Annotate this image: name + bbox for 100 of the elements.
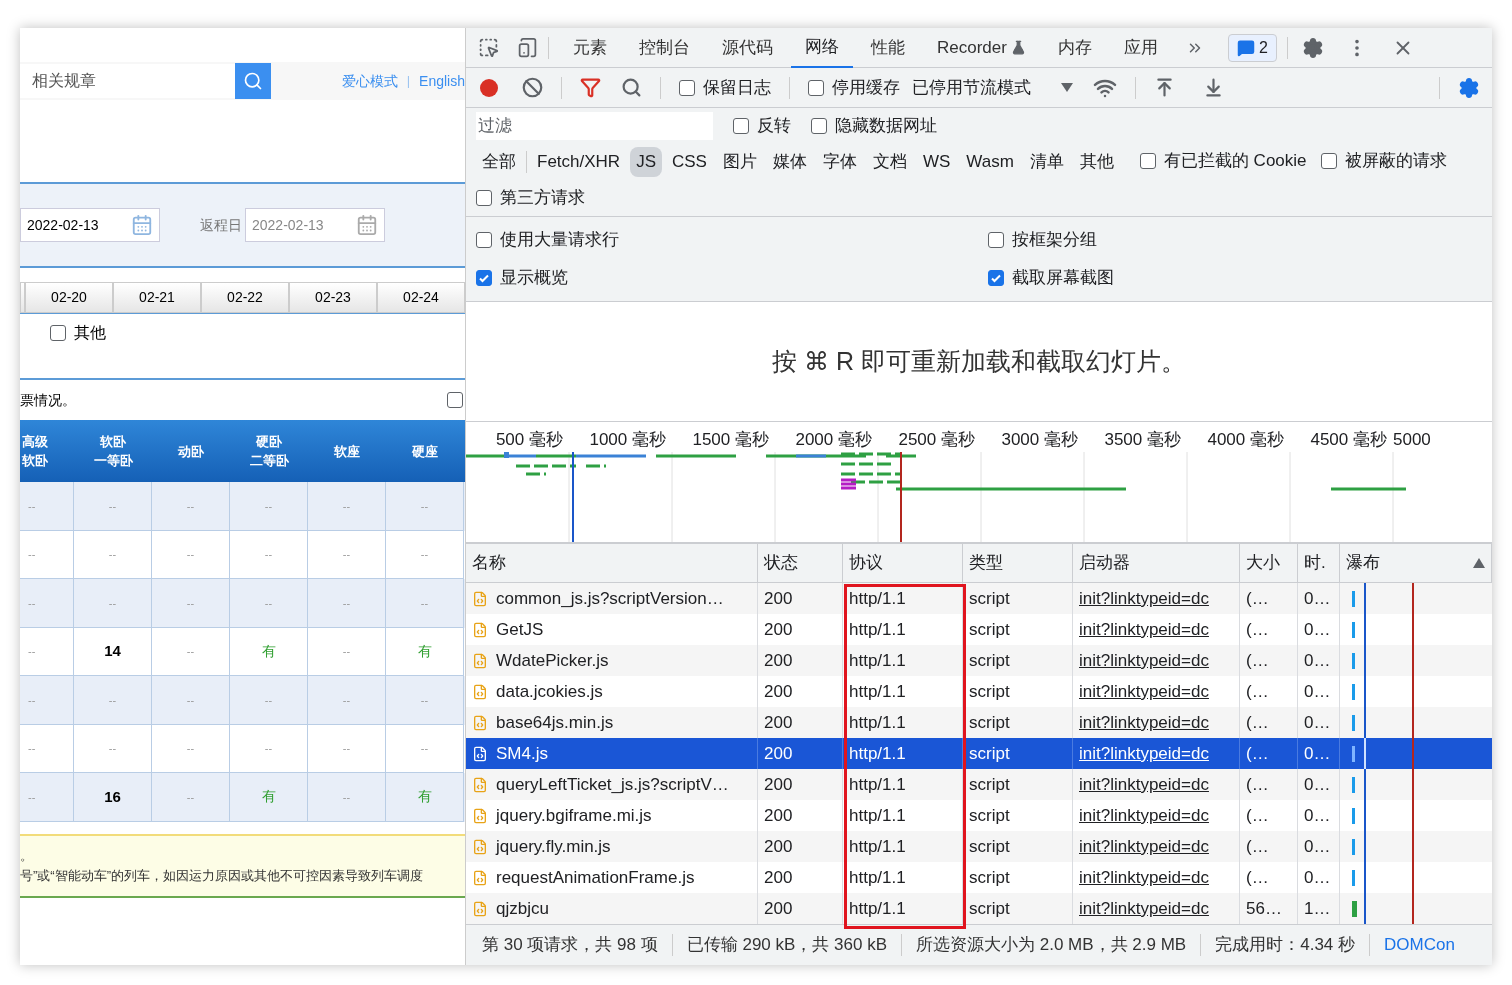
clear-icon[interactable] [522,77,543,98]
type-filter-button[interactable]: WS [916,147,957,177]
type-filter-button[interactable]: Fetch/XHR [531,147,627,177]
checkbox[interactable] [1320,152,1337,169]
date-tab[interactable]: 02-20 [25,282,113,313]
devtools-tab[interactable]: 性能 [857,28,919,68]
type-filter-button[interactable]: 图片 [716,147,763,177]
seat-cell: -- [386,482,464,531]
checkbox[interactable] [988,270,1004,286]
initiator-link[interactable]: init?linktypeid=dc [1079,771,1209,798]
type-filter-button[interactable]: 全部 [476,147,522,177]
initiator-link[interactable]: init?linktypeid=dc [1079,585,1209,612]
devtools-tab[interactable]: 应用 [1109,28,1172,68]
column-header[interactable]: 大小 [1246,550,1280,576]
request-row[interactable]: qjzbjcu 200 http/1.1 script init?linktypeid=dc 56… 1… [466,893,1492,925]
search-icon[interactable] [621,77,642,98]
devtools-tab[interactable]: 源代码 [708,28,787,68]
type-cell-text: script [969,897,1010,920]
filter-icon[interactable] [580,77,601,98]
column-header[interactable]: 名称 [472,550,506,576]
date-tab[interactable]: 02-23 [289,282,377,313]
column-header[interactable]: 启动器 [1079,550,1130,576]
checkbox[interactable] [476,232,492,248]
checkbox[interactable] [808,79,824,96]
checkbox[interactable] [476,190,492,206]
column-header[interactable]: 瀑布 [1346,550,1380,576]
initiator-link[interactable]: init?linktypeid=dc [1079,616,1209,643]
type-filter-button[interactable]: 字体 [816,147,863,177]
return-date-field[interactable]: 2022-02-13 [245,208,385,242]
record-icon[interactable] [478,76,500,99]
type-filter-button[interactable]: 媒体 [766,147,813,177]
checkbox[interactable] [733,118,749,134]
type-filter-button[interactable]: Wasm [960,147,1020,177]
status-text: 所选资源大小为 2.0 MB，共 2.9 MB [916,934,1187,957]
checkbox[interactable] [476,270,492,286]
search-field[interactable]: 相关规章 [20,64,235,98]
request-name: qjzbjcu [496,897,549,920]
seat-cell: -- [308,676,386,725]
devtools-tab[interactable]: 控制台 [625,28,704,68]
initiator-link[interactable]: init?linktypeid=dc [1079,864,1209,891]
type-cell-text: script [969,804,1010,827]
sort-ascending-icon[interactable] [1473,558,1485,568]
column-subheader: 一等卧 [93,452,133,470]
type-filter-button[interactable]: 清单 [1023,147,1070,177]
time-cell-text: 0… [1304,680,1331,703]
checkbox[interactable] [679,79,695,96]
download-icon[interactable] [1203,77,1224,98]
date-tab[interactable]: 02-21 [113,282,201,313]
request-row[interactable]: WdatePicker.js 200 http/1.1 script init?linktypeid=dc (… 0… [466,645,1492,677]
column-header[interactable]: 类型 [969,550,1003,576]
device-icon[interactable] [517,37,538,58]
devtools-tab[interactable]: 内存 [1043,28,1106,68]
settings-icon[interactable] [1301,36,1324,59]
checkbox[interactable] [1139,152,1156,169]
request-row[interactable]: jquery.fly.min.js 200 http/1.1 script init?linktypeid=dc (… 0… [466,831,1492,863]
protocol-cell-text: http/1.1 [849,742,906,765]
checkbox[interactable] [811,118,827,134]
time-cell-text: 0… [1304,587,1331,610]
checkbox[interactable] [988,232,1004,248]
devtools-tab[interactable]: Recorder [923,28,1040,68]
date-tab[interactable]: 02-24 [377,282,465,313]
search-button[interactable] [235,63,271,99]
link-separator: | [406,72,411,91]
type-filter-button[interactable]: 文档 [866,147,913,177]
column-header[interactable]: 状态 [764,550,798,576]
issues-button[interactable]: 2 [1227,33,1277,62]
initiator-link[interactable]: init?linktypeid=dc [1079,709,1209,736]
filter-field[interactable]: 过滤 [476,112,713,140]
status-cell-text: 200 [764,804,793,827]
request-row[interactable]: base64js.min.js 200 http/1.1 script init?linktypeid=dc (… 0… [466,707,1492,739]
column-header[interactable]: 协议 [849,550,883,576]
request-name: jquery.bgiframe.mi.js [496,804,652,827]
checkbox[interactable] [447,392,463,408]
type-filter-button[interactable]: CSS [666,147,713,177]
inspect-icon[interactable] [478,37,499,58]
initiator-link[interactable]: init?linktypeid=dc [1079,802,1209,829]
size-cell-text: (… [1246,711,1269,734]
depart-date-field[interactable]: 2022-02-13 [20,208,160,242]
type-filter-button[interactable]: JS [630,147,662,177]
status-cell-text: 200 [764,773,793,796]
throttling-dropdown[interactable]: 已停用节流模式 [912,74,1073,101]
seat-cell: -- [386,676,464,725]
upload-icon[interactable] [1154,77,1175,98]
initiator-link[interactable]: init?linktypeid=dc [1079,740,1209,767]
initiator-link[interactable]: init?linktypeid=dc [1079,678,1209,705]
initiator-link[interactable]: init?linktypeid=dc [1079,833,1209,860]
date-tab[interactable]: 02-22 [201,282,289,313]
script-file-icon [472,683,488,700]
request-row[interactable]: common_js.js?scriptVersion… 200 http/1.1 script init?linktypeid=dc (… 0… [466,583,1492,615]
request-row[interactable]: queryLeftTicket_js.js?scriptV… 200 http/1.1 script init?linktypeid=dc (… 0… [466,769,1492,801]
type-filter-button[interactable]: 其他 [1073,147,1120,177]
request-row[interactable]: SM4.js 200 http/1.1 script init?linktypeid=dc (… 0… [466,738,1492,770]
initiator-link[interactable]: init?linktypeid=dc [1079,895,1209,922]
devtools-tab[interactable]: 元素 [559,28,621,68]
script-file-icon [472,869,488,886]
settings-icon[interactable] [1458,76,1480,99]
size-cell-text: (… [1246,680,1269,703]
initiator-link[interactable]: init?linktypeid=dc [1079,647,1209,674]
column-header[interactable]: 时. [1304,550,1326,576]
checkbox[interactable] [50,325,66,341]
